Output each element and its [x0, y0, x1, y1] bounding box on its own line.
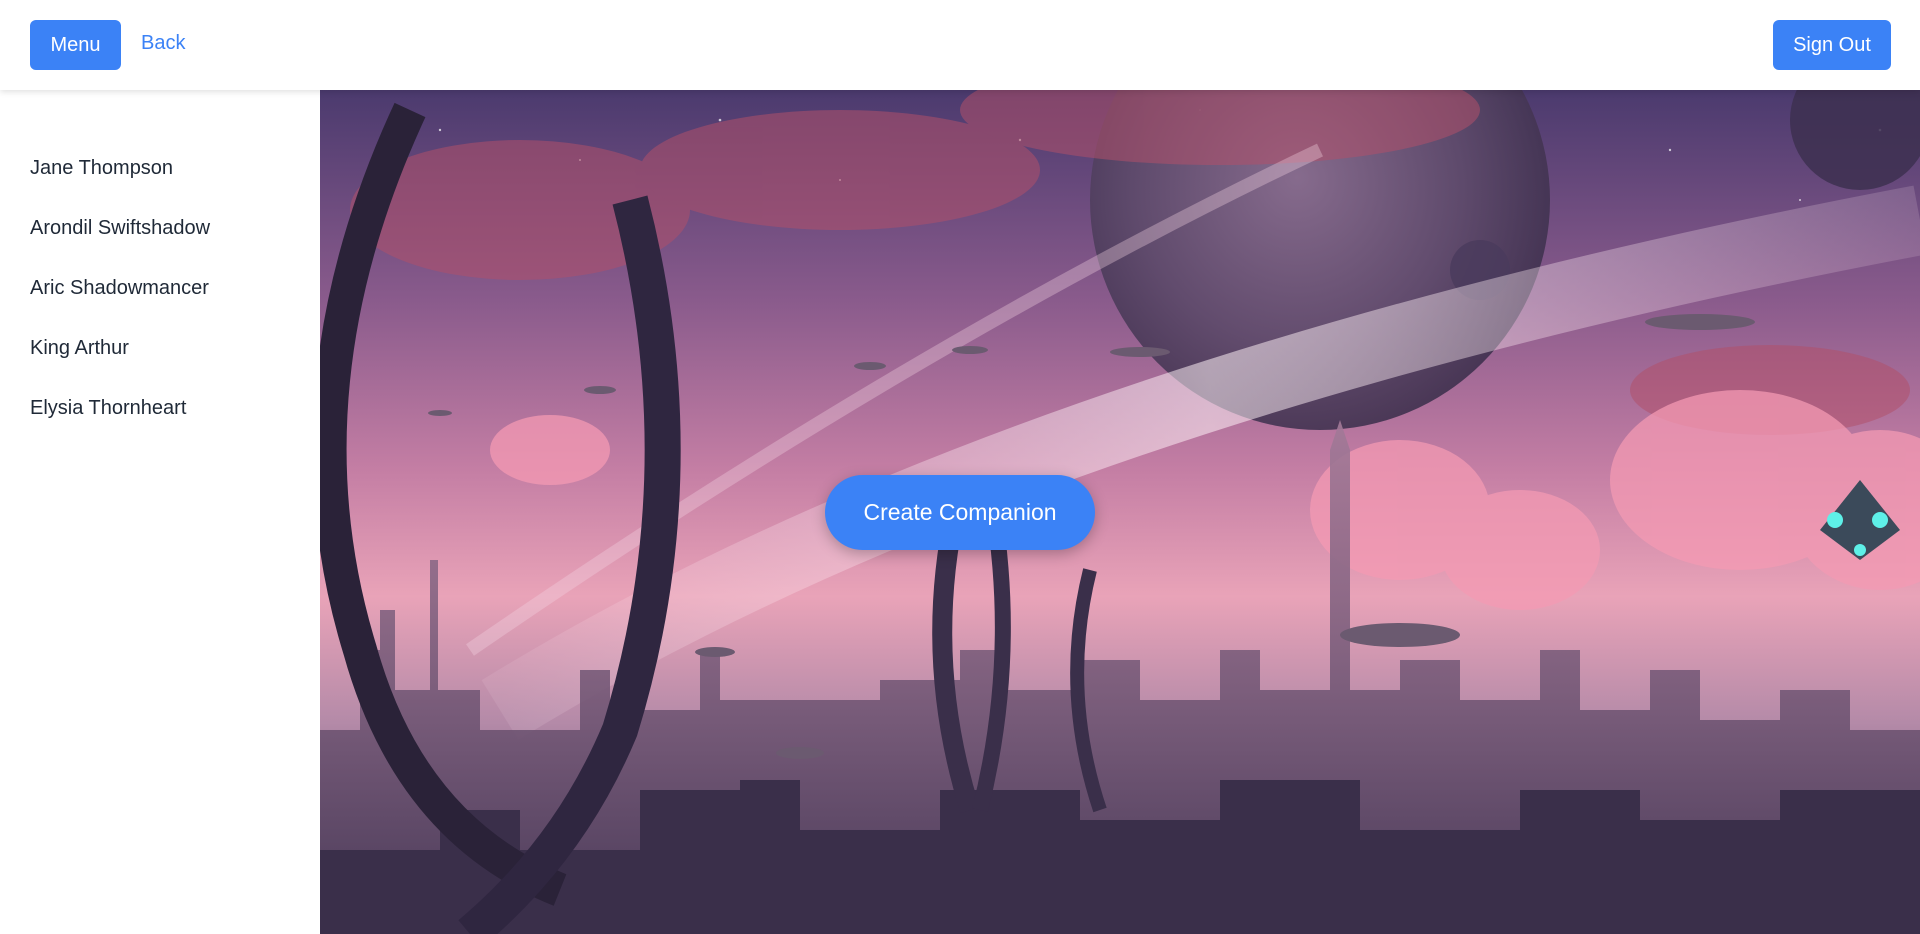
- back-link[interactable]: Back: [141, 32, 185, 55]
- sidebar-item-jane-thompson[interactable]: Jane Thompson: [0, 150, 320, 210]
- sign-out-button[interactable]: Sign Out: [1773, 20, 1891, 70]
- sidebar-item-king-arthur[interactable]: King Arthur: [0, 330, 320, 390]
- sidebar-item-elysia-thornheart[interactable]: Elysia Thornheart: [0, 390, 320, 450]
- top-navbar: Menu Back Sign Out: [0, 0, 1920, 90]
- hero-background-image: Create Companion: [320, 90, 1920, 934]
- sidebar-item-aric-shadowmancer[interactable]: Aric Shadowmancer: [0, 270, 320, 330]
- companion-sidebar: Jane Thompson Arondil Swiftshadow Aric S…: [0, 90, 320, 934]
- menu-button[interactable]: Menu: [30, 20, 121, 70]
- sidebar-item-arondil-swiftshadow[interactable]: Arondil Swiftshadow: [0, 210, 320, 270]
- create-companion-button[interactable]: Create Companion: [825, 475, 1095, 550]
- sci-fi-city-illustration: [320, 90, 1920, 934]
